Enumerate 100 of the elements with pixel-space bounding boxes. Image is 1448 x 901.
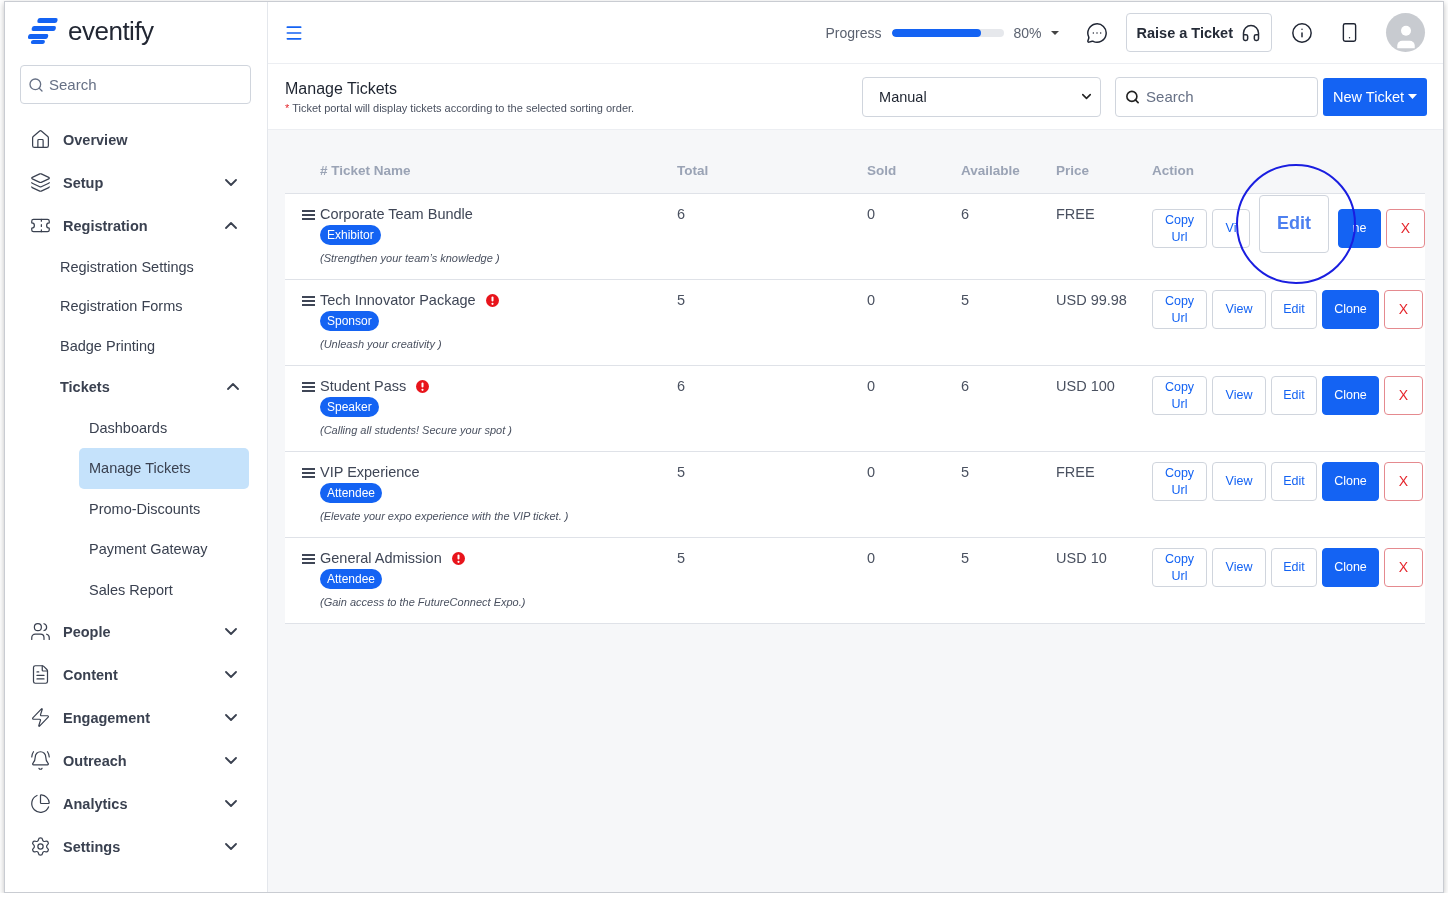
ticket-tag: Speaker — [320, 397, 379, 417]
drag-handle-icon[interactable] — [302, 296, 315, 306]
chat-icon[interactable] — [1085, 21, 1108, 44]
action-button[interactable]: Edit — [1271, 548, 1317, 587]
drag-handle-icon[interactable] — [302, 382, 315, 392]
logo-icon — [28, 18, 60, 44]
sidebar-item[interactable]: Content — [20, 653, 247, 696]
sidebar-item[interactable]: Outreach — [20, 739, 247, 782]
table-cell-text: 6 — [961, 206, 971, 222]
search-field[interactable]: Search — [1115, 76, 1319, 117]
sidebar-item[interactable]: Setup — [20, 161, 247, 204]
action-button[interactable]: View — [1212, 376, 1266, 415]
table-cell-text: FREE — [1056, 464, 1096, 480]
action-button[interactable]: Copy Url — [1152, 376, 1207, 415]
sidebar-item[interactable]: Registration Forms — [60, 286, 249, 326]
sidebar-item[interactable]: Promo-Discounts — [79, 488, 249, 529]
action-button[interactable]: Copy Url — [1152, 290, 1207, 329]
table-cell-text: 6 — [677, 378, 687, 394]
table-cell-text: USD 100 — [1056, 378, 1116, 394]
column-header: Total — [677, 162, 710, 178]
sidebar-item[interactable]: Sales Report — [79, 569, 249, 610]
drag-handle-icon[interactable] — [302, 554, 315, 564]
new-ticket-button[interactable]: New Ticket — [1323, 77, 1427, 116]
warning-icon — [451, 551, 465, 565]
action-button[interactable]: Clone — [1322, 548, 1379, 587]
action-button[interactable]: X — [1384, 290, 1423, 329]
chevron-icon — [225, 671, 237, 678]
sorting-note: * Ticket portal will display tickets according to the selected sorting order. — [285, 101, 635, 114]
action-button[interactable]: X — [1384, 462, 1423, 501]
nav-icon — [30, 621, 51, 642]
ticket-tag: Exhibitor — [320, 225, 381, 245]
table-cell-text: USD 10 — [1056, 550, 1108, 566]
sidebar-item[interactable]: Overview — [20, 118, 247, 161]
sidebar-item[interactable]: Dashboards — [79, 407, 249, 448]
column-header: Available — [961, 162, 1021, 178]
action-button[interactable]: View — [1212, 290, 1266, 329]
action-button[interactable]: View — [1212, 548, 1266, 587]
table-cell-text: FREE — [1056, 206, 1096, 222]
page-title: Manage Tickets — [285, 79, 399, 98]
table-cell-text: USD 99.98 — [1056, 292, 1128, 308]
ticket-name: Student Pass — [320, 378, 407, 394]
action-button[interactable]: X — [1386, 209, 1425, 248]
raise-ticket-button[interactable]: Raise a Ticket — [1125, 13, 1272, 52]
sidebar-item[interactable]: People — [20, 610, 247, 653]
action-button[interactable]: Vi — [1212, 209, 1250, 248]
ticket-description: (Strengthen your team’s knowledge ) — [320, 252, 500, 264]
info-icon[interactable] — [1291, 21, 1313, 44]
table-cell-text: 0 — [867, 464, 877, 480]
column-header: Sold — [867, 162, 898, 178]
nav-icon — [30, 664, 51, 685]
sidebar-item[interactable]: Manage Tickets — [79, 448, 249, 489]
caret-icon[interactable] — [1049, 29, 1060, 36]
action-button[interactable]: X — [1384, 376, 1423, 415]
action-button[interactable]: Copy Url — [1152, 548, 1207, 587]
search-icon — [1125, 89, 1141, 104]
caret-icon — [1408, 94, 1417, 99]
chevron-icon — [227, 383, 239, 390]
sidebar-item[interactable]: Tickets — [60, 365, 249, 408]
ticket-name: Tech Innovator Package — [320, 292, 476, 308]
sidebar-item[interactable]: Settings — [20, 825, 247, 868]
sidebar-item[interactable]: Engagement — [20, 696, 247, 739]
nav-icon — [30, 836, 51, 857]
table-cell-text: 6 — [961, 378, 971, 394]
table-cell-text: 0 — [867, 206, 877, 222]
ticket-description: (Gain access to the FutureConnect Expo.) — [320, 596, 526, 608]
drag-handle-icon[interactable] — [302, 210, 315, 220]
table-cell-text: 5 — [961, 464, 971, 480]
ticket-description: (Unleash your creativity ) — [320, 338, 442, 350]
action-button[interactable]: Edit — [1259, 195, 1329, 253]
progress-label: Progress — [825, 24, 882, 41]
action-button[interactable]: Edit — [1271, 290, 1317, 329]
action-button[interactable]: View — [1212, 462, 1266, 501]
sidebar-item[interactable]: Registration Settings — [60, 247, 249, 287]
chevron-icon — [225, 179, 237, 186]
action-button[interactable]: Edit — [1271, 462, 1317, 501]
chevron-icon — [225, 714, 237, 721]
action-button[interactable]: X — [1384, 548, 1423, 587]
ticket-description: (Calling all students! Secure your spot ) — [320, 424, 512, 436]
sidebar-item[interactable]: Analytics — [20, 782, 247, 825]
action-button[interactable]: Edit — [1271, 376, 1317, 415]
sidebar-item[interactable]: Payment Gateway — [79, 529, 249, 570]
table-cell-text: 5 — [677, 464, 687, 480]
action-button[interactable]: Clone — [1322, 376, 1379, 415]
chevron-icon — [225, 757, 237, 764]
nav-icon — [30, 129, 51, 150]
sidebar-item[interactable]: Registration — [20, 204, 247, 247]
search-field[interactable]: Search — [20, 65, 251, 104]
progress-reading: 80% — [1013, 24, 1042, 41]
table-cell-text: 0 — [867, 292, 877, 308]
action-button[interactable]: Clone — [1322, 290, 1379, 329]
ticket-description: (Elevate your expo experience with the VIP ticket. ) — [320, 510, 569, 522]
action-button[interactable]: Copy Url — [1152, 209, 1207, 248]
brand-name: eventify — [68, 15, 154, 47]
headphones-icon — [1241, 22, 1261, 43]
sort-select[interactable]: Manual — [862, 76, 1102, 117]
table-cell-text: 0 — [867, 550, 877, 566]
action-button[interactable]: Clone — [1322, 462, 1379, 501]
drag-handle-icon[interactable] — [302, 468, 315, 478]
sidebar-item[interactable]: Badge Printing — [60, 326, 249, 366]
action-button[interactable]: Copy Url — [1152, 462, 1207, 501]
